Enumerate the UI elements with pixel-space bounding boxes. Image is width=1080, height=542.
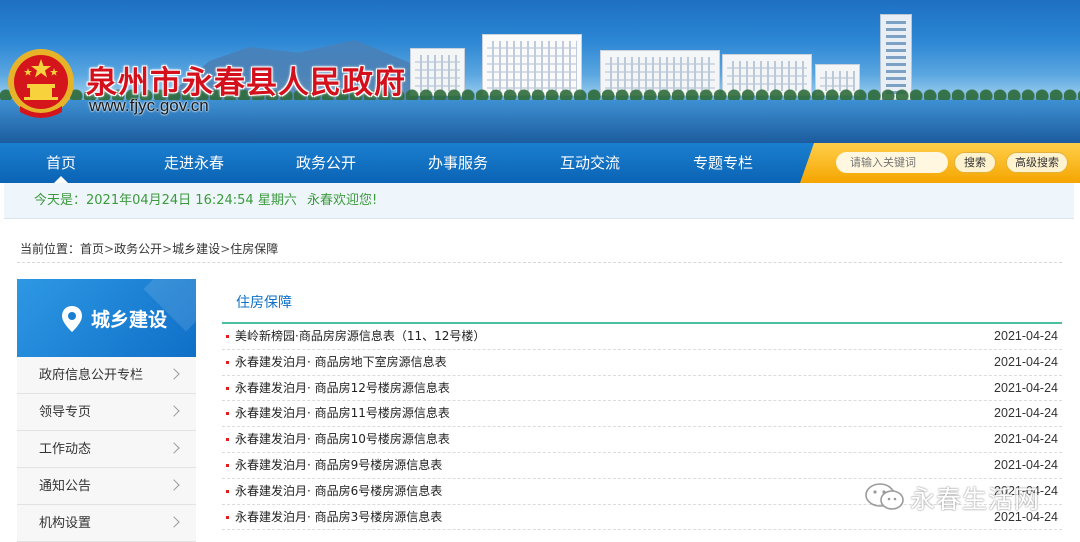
list-item[interactable]: 永春建发泊月· 商品房10号楼房源信息表 2021-04-24: [222, 427, 1062, 453]
breadcrumb-gov-affairs[interactable]: 政务公开: [114, 242, 162, 256]
article-title[interactable]: 永春建发泊月· 商品房10号楼房源信息表: [235, 432, 450, 446]
article-title[interactable]: 永春建发泊月· 商品房6号楼房源信息表: [235, 484, 442, 498]
watermark-text: 永春生活网: [910, 485, 1041, 514]
header-banner: 泉州市永春县人民政府 www.fjyc.gov.cn: [0, 0, 1080, 143]
chevron-right-icon: [168, 405, 180, 417]
sidebar-item-news[interactable]: 工作动态: [17, 431, 196, 468]
sidebar-item-leaders[interactable]: 领导专页: [17, 394, 196, 431]
breadcrumb-separator: >: [104, 242, 115, 256]
chevron-right-icon: [168, 479, 180, 491]
article-title[interactable]: 美岭新榜园·商品房房源信息表（11、12号楼）: [235, 329, 485, 343]
article-date: 2021-04-24: [994, 406, 1058, 421]
article-date: 2021-04-24: [994, 329, 1058, 343]
breadcrumb-prefix: 当前位置：: [20, 242, 81, 256]
sidebar-item-organization[interactable]: 机构设置: [17, 505, 196, 542]
nav-item-services[interactable]: 办事服务: [408, 143, 508, 183]
search-input[interactable]: [836, 152, 948, 173]
sidebar-item-label: 通知公告: [39, 479, 92, 494]
list-item[interactable]: 永春建发泊月· 商品房地下室房源信息表 2021-04-24: [222, 350, 1062, 376]
breadcrumb-separator: >: [162, 242, 173, 256]
site-url: www.fjyc.gov.cn: [89, 96, 209, 115]
sidebar-item-notices[interactable]: 通知公告: [17, 468, 196, 505]
chevron-right-icon: [168, 442, 180, 454]
breadcrumb-housing[interactable]: 住房保障: [230, 242, 278, 256]
location-pin-icon: [62, 306, 82, 332]
article-title[interactable]: 永春建发泊月· 商品房3号楼房源信息表: [235, 510, 442, 524]
article-title[interactable]: 永春建发泊月· 商品房12号楼房源信息表: [235, 381, 450, 395]
sidebar-header: 城乡建设: [17, 279, 196, 357]
sidebar-item-label: 工作动态: [39, 442, 92, 457]
current-date: 今天是：2021年04月24日 16:24:54 星期六: [34, 193, 297, 208]
article-date: 2021-04-24: [994, 380, 1058, 395]
section-title: 住房保障: [222, 280, 1062, 324]
sidebar-item-label: 机构设置: [39, 516, 92, 531]
sidebar-item-label: 政府信息公开专栏: [39, 368, 144, 383]
article-title[interactable]: 永春建发泊月· 商品房地下室房源信息表: [235, 355, 447, 369]
sidebar-title: 城乡建设: [91, 309, 168, 331]
article-title[interactable]: 永春建发泊月· 商品房9号楼房源信息表: [235, 458, 442, 472]
breadcrumb-urban-rural[interactable]: 城乡建设: [172, 242, 220, 256]
date-info-bar: 今天是：2021年04月24日 16:24:54 星期六 永春欢迎您!: [4, 183, 1074, 219]
list-item[interactable]: 永春建发泊月· 商品房11号楼房源信息表 2021-04-24: [222, 401, 1062, 428]
sidebar-item-label: 领导专页: [39, 405, 92, 420]
sidebar-menu: 政府信息公开专栏 领导专页 工作动态 通知公告 机构设置: [17, 357, 196, 542]
wechat-icon: [865, 483, 904, 510]
advanced-search-button[interactable]: 高级搜索: [1006, 152, 1068, 173]
sidebar-item-info-disclosure[interactable]: 政府信息公开专栏: [17, 357, 196, 394]
breadcrumb-separator: >: [220, 242, 231, 256]
national-emblem-icon: [8, 49, 74, 118]
breadcrumb: 当前位置：首页>政务公开>城乡建设>住房保障: [17, 235, 1062, 263]
chevron-right-icon: [168, 516, 180, 528]
watermark: 永春生活网: [864, 480, 1074, 514]
list-item[interactable]: 美岭新榜园·商品房房源信息表（11、12号楼） 2021-04-24: [222, 324, 1062, 350]
list-item[interactable]: 永春建发泊月· 商品房12号楼房源信息表 2021-04-24: [222, 376, 1062, 402]
article-date: 2021-04-24: [994, 457, 1058, 472]
nav-item-home[interactable]: 首页: [11, 143, 111, 183]
nav-item-about[interactable]: 走进永春: [144, 143, 244, 183]
list-item[interactable]: 永春建发泊月· 商品房9号楼房源信息表 2021-04-24: [222, 453, 1062, 479]
nav-item-topics[interactable]: 专题专栏: [673, 143, 773, 183]
nav-item-gov-affairs[interactable]: 政务公开: [276, 143, 376, 183]
article-date: 2021-04-24: [994, 354, 1058, 369]
breadcrumb-home[interactable]: 首页: [80, 242, 104, 256]
search-button[interactable]: 搜索: [954, 152, 996, 173]
welcome-text: 永春欢迎您!: [306, 193, 378, 208]
nav-item-interaction[interactable]: 互动交流: [540, 143, 640, 183]
article-date: 2021-04-24: [994, 432, 1058, 447]
article-title[interactable]: 永春建发泊月· 商品房11号楼房源信息表: [235, 406, 450, 420]
chevron-right-icon: [168, 368, 180, 380]
